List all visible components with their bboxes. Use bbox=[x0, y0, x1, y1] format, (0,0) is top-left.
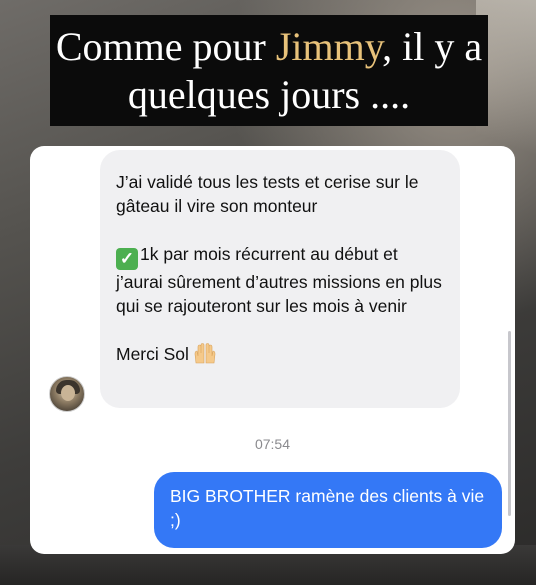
outgoing-message-text: BIG BROTHER ramène des clients à vie ;) bbox=[170, 486, 485, 530]
incoming-message-line-2-text: 1k par mois récurrent au début et j’aura… bbox=[116, 244, 442, 316]
caption-prefix: Comme pour bbox=[55, 24, 276, 69]
check-mark-icon: ✓ bbox=[116, 248, 138, 270]
incoming-message-line-2: ✓ 1k par mois récurrent au début et j’aur… bbox=[116, 242, 444, 318]
incoming-message-bubble[interactable]: J’ai validé tous les tests et cerise sur… bbox=[100, 150, 460, 408]
incoming-message-line-3-text: Merci Sol bbox=[116, 344, 189, 364]
chat-scrollbar[interactable] bbox=[508, 331, 511, 516]
message-timestamp: 07:54 bbox=[254, 436, 291, 452]
contact-avatar[interactable] bbox=[49, 376, 85, 412]
incoming-message-line-3: Merci Sol bbox=[116, 342, 444, 366]
caption-name: Jimmy bbox=[275, 24, 383, 69]
story-caption: Comme pour Jimmy, il y a quelques jours … bbox=[50, 15, 488, 126]
raising-hands-icon bbox=[194, 343, 216, 364]
chat-screenshot-card: J’ai validé tous les tests et cerise sur… bbox=[30, 146, 515, 554]
outgoing-message-bubble[interactable]: BIG BROTHER ramène des clients à vie ;) bbox=[154, 472, 502, 548]
incoming-message-line-1: J’ai validé tous les tests et cerise sur… bbox=[116, 172, 419, 216]
